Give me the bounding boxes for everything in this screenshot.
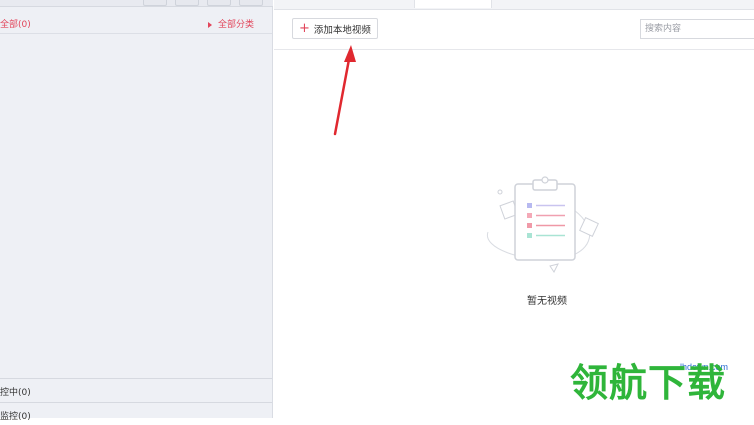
all-categories-dropdown[interactable]: 全部分类 xyxy=(207,17,254,30)
add-local-video-button[interactable]: + 添加本地视频 xyxy=(292,18,378,39)
sidebar-item-monitoring[interactable]: 监控中(0) xyxy=(0,378,272,401)
sidebar-item-monitored[interactable]: 已监控(0) xyxy=(0,402,272,425)
plus-icon: + xyxy=(299,21,310,36)
sidebar-tool-button-2[interactable] xyxy=(175,0,199,6)
tab-3[interactable] xyxy=(604,0,654,8)
tab-active[interactable] xyxy=(414,0,492,8)
sidebar: 全部(0) 全部分类 监控中(0) 已监控(0) xyxy=(0,0,273,422)
sidebar-tool-button-4[interactable] xyxy=(239,0,263,6)
empty-clipboard-icon xyxy=(487,176,599,273)
sidebar-tool-button-3[interactable] xyxy=(207,0,231,6)
sidebar-item-label: 已监控(0) xyxy=(0,412,31,422)
watermark-logo: lhdown.com 领航下载 xyxy=(570,362,754,418)
empty-state-text: 暂无视频 xyxy=(527,296,567,307)
annotation-arrow-icon xyxy=(333,45,356,136)
search-input[interactable] xyxy=(640,19,754,39)
add-local-video-label: 添加本地视频 xyxy=(313,24,371,36)
tab-strip xyxy=(274,0,754,10)
tab-2[interactable] xyxy=(520,0,570,8)
sidebar-toolbar xyxy=(0,0,273,7)
watermark-brand: 领航下载 xyxy=(570,360,727,405)
sidebar-header: 全部(0) 全部分类 xyxy=(0,13,272,34)
sidebar-item-label: 监控中(0) xyxy=(0,388,31,398)
sidebar-tool-button-1[interactable] xyxy=(143,0,167,6)
all-categories-label: 全部分类 xyxy=(217,20,254,30)
caret-right-icon xyxy=(207,21,212,28)
all-filter[interactable]: 全部(0) xyxy=(0,17,31,30)
